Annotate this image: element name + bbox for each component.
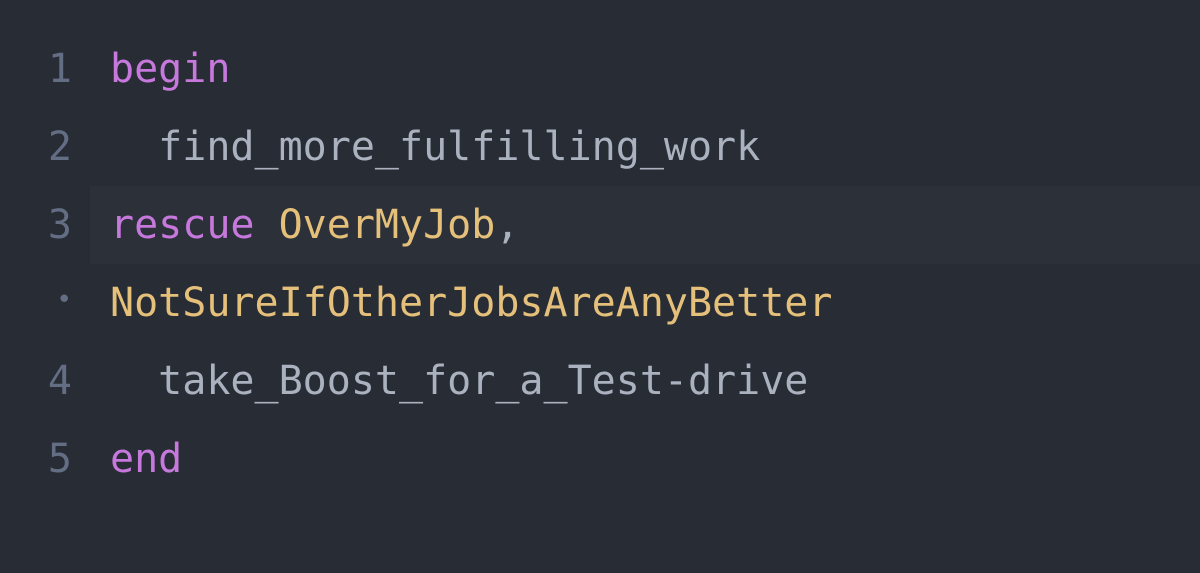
line-number: 4 [0, 342, 72, 420]
whitespace [255, 186, 279, 264]
code-line[interactable]: begin [110, 30, 1200, 108]
code-line-active[interactable]: rescue OverMyJob, [110, 186, 1200, 264]
line-number: 3 [0, 186, 72, 264]
wrap-indicator: • [0, 264, 72, 342]
identifier-token: take_Boost_for_a_Test-drive [158, 342, 808, 420]
keyword-token: begin [110, 30, 230, 108]
code-line-wrapped[interactable]: NotSureIfOtherJobsAreAnyBetter [110, 264, 1200, 342]
identifier-token: find_more_fulfilling_work [158, 108, 760, 186]
class-token: OverMyJob [279, 186, 496, 264]
class-token: NotSureIfOtherJobsAreAnyBetter [110, 264, 832, 342]
punctuation-token: , [495, 186, 519, 264]
keyword-token: end [110, 420, 182, 498]
line-number: 5 [0, 420, 72, 498]
indent [110, 342, 158, 420]
keyword-token: rescue [110, 186, 255, 264]
code-area[interactable]: begin find_more_fulfilling_work rescue O… [90, 30, 1200, 573]
code-editor: 1 2 3 • 4 5 begin find_more_fulfilling_w… [0, 30, 1200, 573]
code-line[interactable]: find_more_fulfilling_work [110, 108, 1200, 186]
code-line[interactable]: end [110, 420, 1200, 498]
line-number: 2 [0, 108, 72, 186]
line-number: 1 [0, 30, 72, 108]
code-line[interactable]: take_Boost_for_a_Test-drive [110, 342, 1200, 420]
line-number-gutter: 1 2 3 • 4 5 [0, 30, 90, 573]
indent [110, 108, 158, 186]
